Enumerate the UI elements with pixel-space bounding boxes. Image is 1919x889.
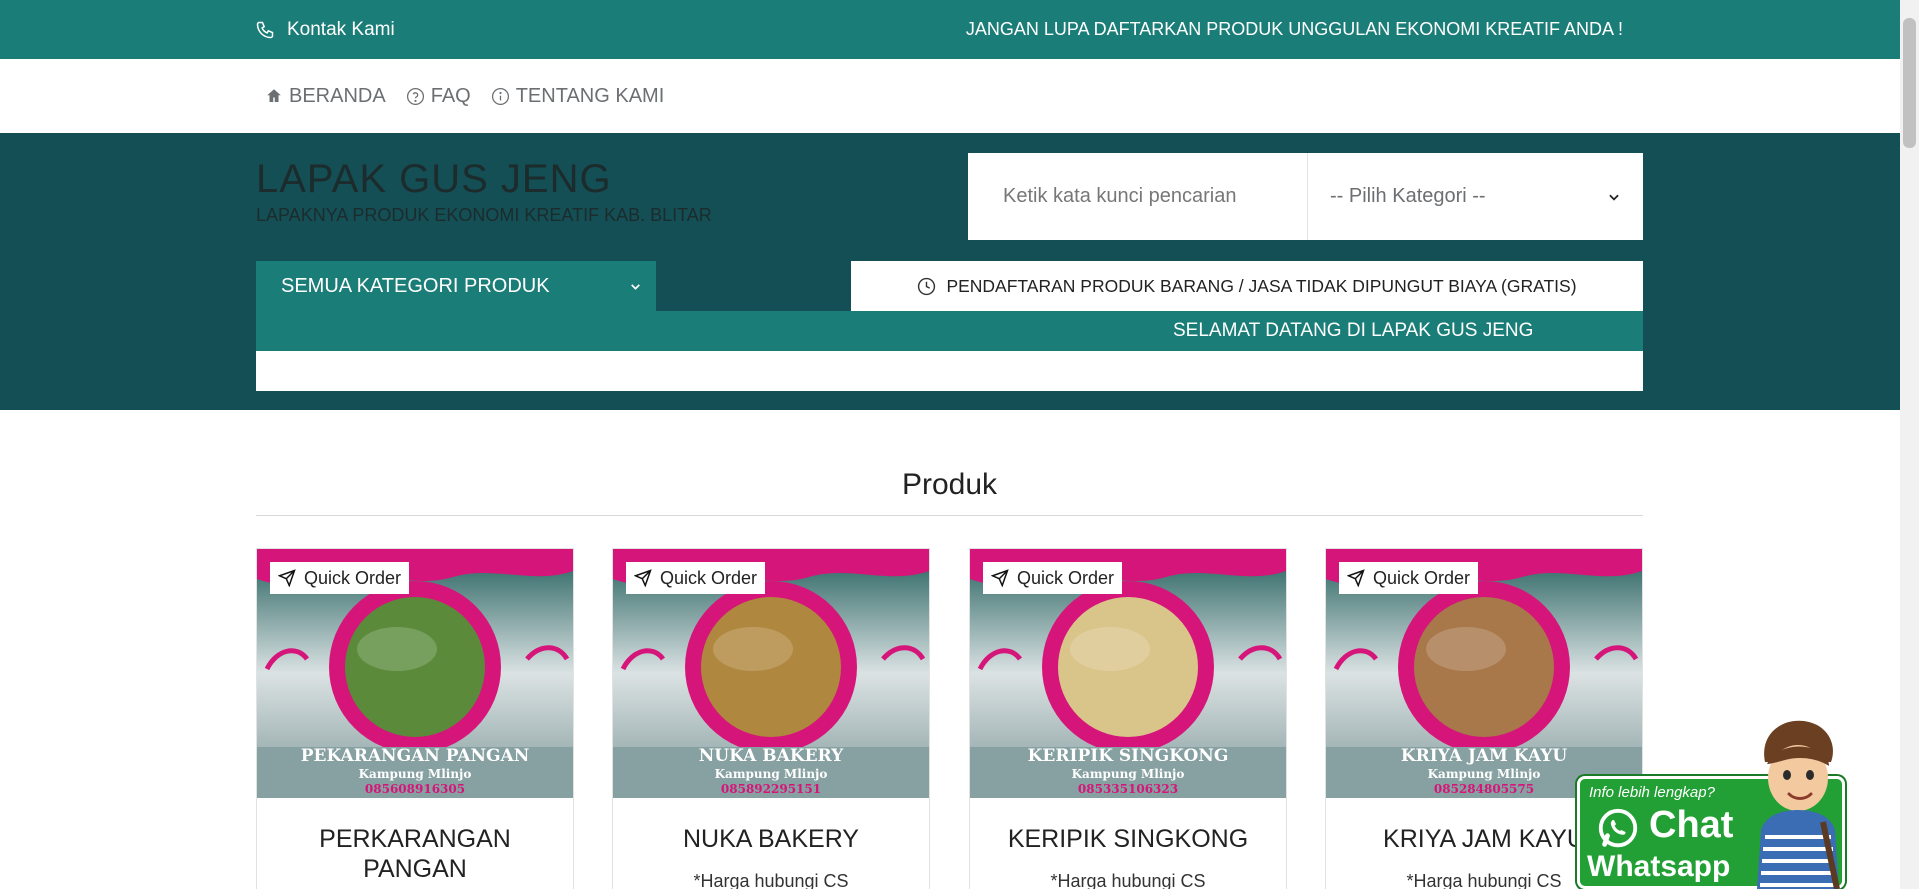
- search-form: Ketik kata kunci pencarian -- Pilih Kate…: [968, 153, 1643, 240]
- product-card[interactable]: PEKARANGAN PANGAN Kampung Mlinjo 0856089…: [256, 548, 574, 889]
- clock-icon: [918, 277, 936, 295]
- search-input[interactable]: Ketik kata kunci pencarian: [968, 153, 1308, 240]
- paper-plane-icon: [991, 569, 1009, 587]
- contact-link[interactable]: Kontak Kami: [255, 0, 395, 59]
- quick-order-button[interactable]: Quick Order: [1339, 562, 1479, 594]
- quick-order-button[interactable]: Quick Order: [983, 562, 1123, 594]
- hero-white-strip: [256, 351, 1643, 391]
- product-price: *Harga hubungi CS: [1050, 871, 1206, 889]
- nav-label-tentang-kami: TENTANG KAMI: [515, 84, 665, 107]
- question-circle-icon: [406, 87, 424, 105]
- free-registration-notice: PENDAFTARAN PRODUK BARANG / JASA TIDAK D…: [851, 261, 1643, 311]
- banner-product-name: PEKARANGAN PANGAN: [300, 746, 530, 766]
- quick-order-button[interactable]: Quick Order: [626, 562, 766, 594]
- top-bar: Kontak Kami JANGAN LUPA DAFTARKAN PRODUK…: [0, 0, 1900, 59]
- product-name[interactable]: PERKARANGAN PANGAN: [257, 824, 573, 884]
- whatsapp-app-label: Whatsapp: [1587, 850, 1731, 883]
- nav-label-beranda: BERANDA: [289, 84, 386, 107]
- site-subtitle: LAPAKNYA PRODUK EKONOMI KREATIF KAB. BLI…: [256, 205, 712, 225]
- product-price: *Harga hubungi CS: [693, 871, 849, 889]
- whatsapp-chat-widget[interactable]: Info lebih lengkap? Chat Whatsapp: [1567, 712, 1857, 889]
- nav-label-faq: FAQ: [430, 84, 471, 107]
- info-circle-icon: [491, 87, 509, 105]
- product-image[interactable]: NUKA BAKERY Kampung Mlinjo 085892295151 …: [613, 549, 929, 798]
- paper-plane-icon: [278, 569, 296, 587]
- banner-product-sub: Kampung Mlinjo: [1071, 767, 1185, 781]
- cartoon-mascot-image: [1757, 720, 1840, 889]
- chevron-down-icon: [631, 283, 640, 290]
- banner-product-phone: 085892295151: [720, 782, 822, 796]
- quick-order-label: Quick Order: [1373, 567, 1471, 588]
- banner-product-phone: 085608916305: [364, 782, 466, 796]
- hero-banner: LAPAK GUS JENG LAPAKNYA PRODUK EKONOMI K…: [0, 133, 1900, 410]
- chevron-down-icon: [1609, 194, 1619, 201]
- nav-item-beranda[interactable]: BERANDA: [265, 85, 386, 108]
- category-select[interactable]: -- Pilih Kategori --: [1308, 153, 1643, 240]
- banner-product-sub: Kampung Mlinjo: [358, 767, 472, 781]
- product-card[interactable]: NUKA BAKERY Kampung Mlinjo 085892295151 …: [612, 548, 930, 889]
- all-categories-label: SEMUA KATEGORI PRODUK: [281, 274, 550, 297]
- quick-order-label: Quick Order: [304, 567, 402, 588]
- free-registration-text: PENDAFTARAN PRODUK BARANG / JASA TIDAK D…: [946, 275, 1577, 296]
- product-image[interactable]: PEKARANGAN PANGAN Kampung Mlinjo 0856089…: [257, 549, 573, 798]
- whatsapp-chat-label: Chat: [1649, 804, 1734, 846]
- home-icon: [267, 89, 281, 102]
- main-nav: BERANDA FAQ TENTANG KAMI: [0, 59, 1900, 133]
- quick-order-button[interactable]: Quick Order: [270, 562, 410, 594]
- paper-plane-icon: [1347, 569, 1365, 587]
- product-name[interactable]: NUKA BAKERY: [613, 824, 929, 854]
- nav-item-faq[interactable]: FAQ: [406, 85, 471, 108]
- banner-product-phone: 085335106323: [1077, 782, 1179, 796]
- all-categories-dropdown[interactable]: SEMUA KATEGORI PRODUK: [256, 261, 656, 311]
- welcome-marquee: SELAMAT DATANG DI LAPAK GUS JENG: [256, 311, 1643, 351]
- welcome-text: SELAMAT DATANG DI LAPAK GUS JENG: [1173, 320, 1534, 341]
- paper-plane-icon: [634, 569, 652, 587]
- banner-product-name: KERIPIK SINGKONG: [1027, 746, 1229, 766]
- category-select-value: -- Pilih Kategori --: [1330, 185, 1486, 207]
- phone-icon: [256, 21, 274, 38]
- quick-order-label: Quick Order: [660, 567, 758, 588]
- whatsapp-icon: [1598, 808, 1638, 848]
- product-image[interactable]: KERIPIK SINGKONG Kampung Mlinjo 08533510…: [970, 549, 1286, 798]
- contact-label: Kontak Kami: [287, 18, 395, 40]
- product-card[interactable]: KERIPIK SINGKONG Kampung Mlinjo 08533510…: [969, 548, 1287, 889]
- banner-product-sub: Kampung Mlinjo: [714, 767, 828, 781]
- section-title-produk: Produk: [901, 468, 998, 501]
- site-title[interactable]: LAPAK GUS JENG: [256, 157, 612, 202]
- scrollbar-thumb[interactable]: [1903, 18, 1916, 148]
- product-name[interactable]: KERIPIK SINGKONG: [970, 824, 1286, 854]
- banner-product-name: NUKA BAKERY: [698, 746, 844, 766]
- nav-item-tentang-kami[interactable]: TENTANG KAMI: [491, 84, 665, 108]
- section-divider: [256, 515, 1643, 516]
- whatsapp-info-text: Info lebih lengkap?: [1589, 784, 1715, 801]
- top-notice: JANGAN LUPA DAFTARKAN PRODUK UNGGULAN EK…: [965, 19, 1623, 39]
- quick-order-label: Quick Order: [1017, 567, 1115, 588]
